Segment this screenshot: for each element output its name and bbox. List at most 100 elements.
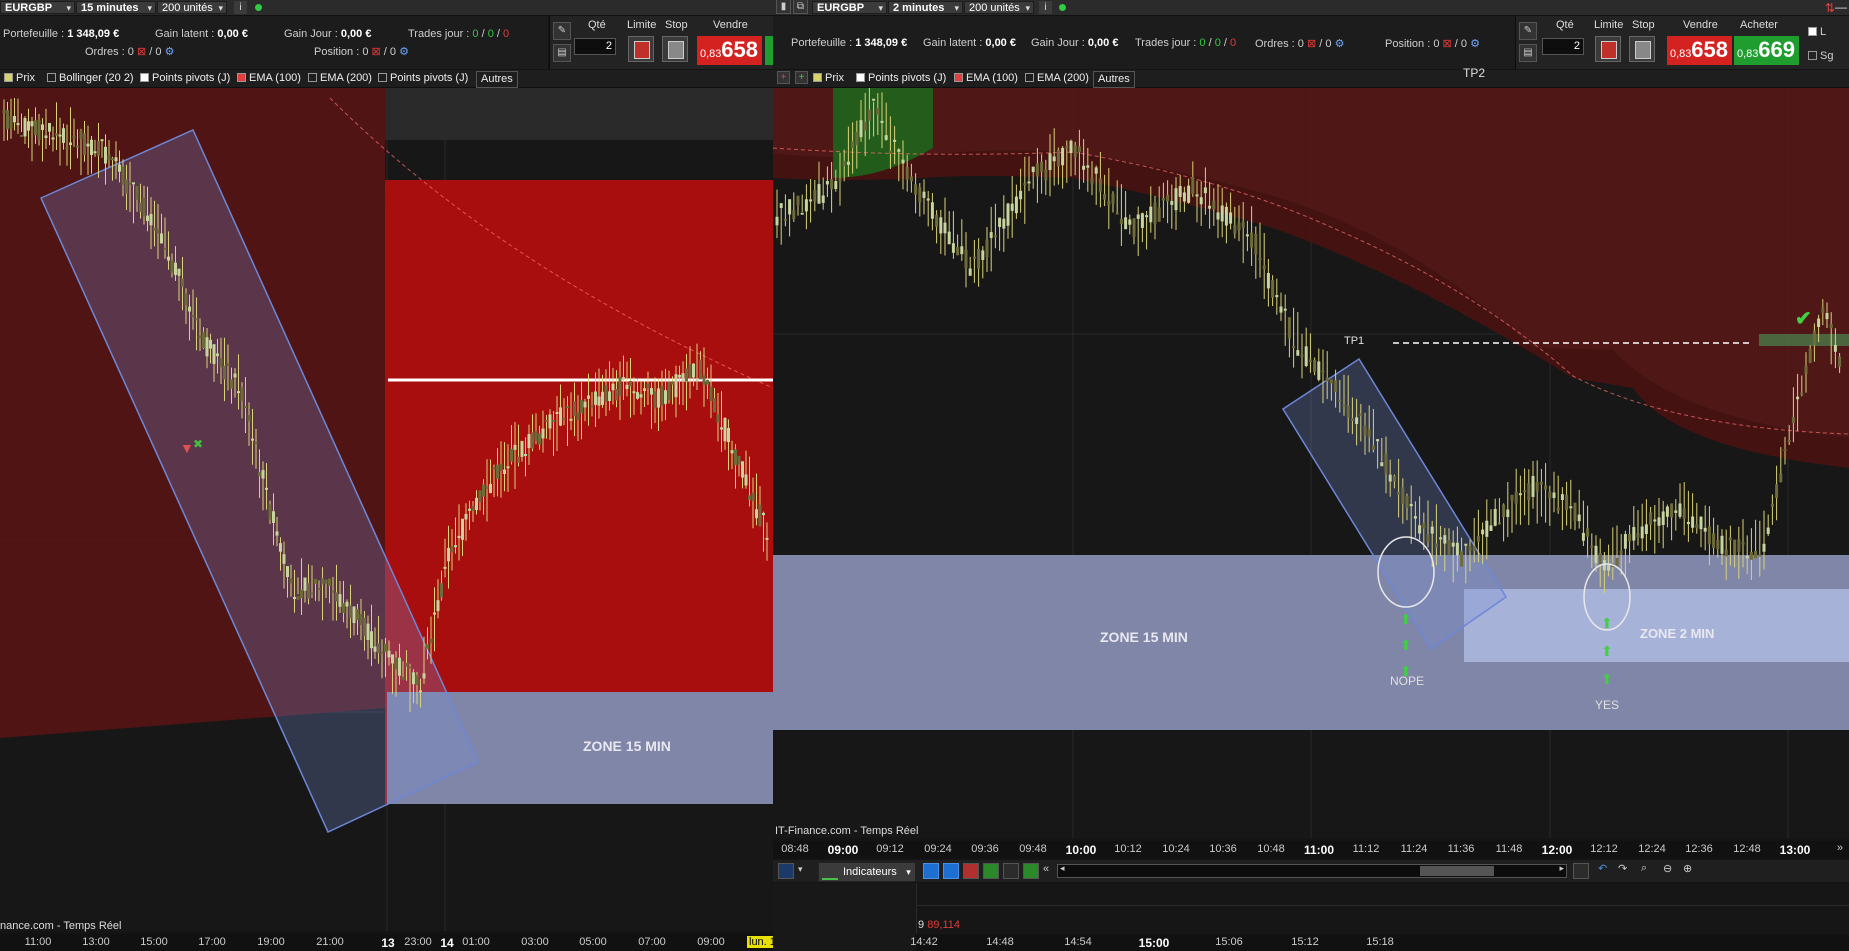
ind-pivots[interactable]: Points pivots (J) (856, 71, 946, 86)
screener-icon[interactable] (1023, 863, 1039, 879)
candle-body (1628, 533, 1632, 542)
candle-body (1136, 214, 1140, 219)
ind-pivots[interactable]: Points pivots (J) (140, 71, 230, 86)
candle-body (1447, 539, 1451, 555)
zoom-fit-icon[interactable]: ⌕ (1641, 862, 1647, 875)
buy-button-edge[interactable] (765, 36, 773, 65)
left-price-chart[interactable]: ▼ ✖ ZONE 15 MIN nance.com - Temps Réel (0, 88, 773, 932)
wrench-icon[interactable]: ✎ (553, 22, 571, 40)
ind-prix[interactable]: Prix (813, 71, 844, 86)
ordres-cancel-icon[interactable]: ⊠ (137, 46, 146, 58)
ind-others-button[interactable]: Autres (1093, 71, 1135, 88)
ind-ema100[interactable]: EMA (100) (237, 71, 301, 86)
rewind-icon[interactable]: « (1043, 863, 1049, 875)
ordres-settings-icon[interactable]: ⚙ (165, 46, 175, 58)
draw-tool-icon[interactable] (778, 863, 794, 879)
calendar-icon[interactable] (1573, 863, 1589, 879)
ordres-settings-icon[interactable]: ⚙ (1335, 38, 1345, 50)
draw-menu-icon[interactable]: ▾ (798, 864, 803, 875)
chart-scrollbar[interactable]: ◂ ▸ (1057, 863, 1567, 878)
candle-body (1762, 543, 1766, 552)
redo-icon[interactable]: ↷ (1618, 862, 1627, 875)
candle-body (751, 492, 755, 501)
left-info-icon[interactable]: ⅰ (234, 1, 247, 14)
stop-order-button[interactable] (1629, 36, 1655, 62)
right-price-chart[interactable]: ⬆ ⬆ ⬆ ⬆ ⬆ ⬆ ✔ TP1 TP2 ZONE 15 MIN ZONE 2… (773, 66, 1849, 838)
axis-scroll-icon[interactable]: » (1837, 842, 1843, 854)
keyboard-icon[interactable]: ▤ (1519, 44, 1537, 62)
right-time-axis[interactable]: 08:48 09:00 09:12 09:24 09:36 09:48 10:0… (773, 841, 1849, 858)
limit-order-button[interactable] (1595, 36, 1621, 62)
right-chart-canvas[interactable]: ⬆ ⬆ ⬆ ⬆ ⬆ ⬆ ✔ (773, 88, 1849, 838)
share-icon[interactable] (923, 863, 939, 879)
ind-ema200[interactable]: EMA (200) (308, 71, 372, 86)
left-timeframe-select[interactable]: 15 minutes (76, 1, 156, 15)
stop-order-button[interactable] (662, 36, 688, 62)
candle-body (513, 444, 517, 450)
candle-body (209, 339, 212, 349)
wrench-icon[interactable]: ✎ (1519, 22, 1537, 40)
candle-body (1602, 560, 1606, 571)
sell-button[interactable]: 0,83 658 (697, 36, 762, 65)
candle-body (685, 368, 688, 382)
candle-body (1149, 206, 1153, 223)
qty-input[interactable]: 2 (1542, 38, 1584, 55)
zoom-in-icon[interactable]: ⊕ (1683, 862, 1692, 875)
buy-button[interactable]: 0,83 669 (1734, 36, 1799, 65)
right-info-icon[interactable]: ⅰ (1039, 1, 1052, 14)
time-tick: 13 (381, 936, 395, 950)
chart-type-icon[interactable]: ▮ (776, 0, 791, 14)
ind-pivots-2[interactable]: Points pivots (J) (378, 71, 468, 86)
checkbox-sg[interactable]: Sg (1808, 50, 1833, 62)
add-indicator-green-icon[interactable]: + (795, 71, 808, 84)
scrollbar-thumb[interactable] (1420, 866, 1494, 876)
time-tick: 15:18 (1366, 936, 1394, 948)
trades-count-b: 0 (1214, 37, 1221, 49)
position-settings-icon[interactable]: ⚙ (1470, 38, 1480, 50)
ind-others-button[interactable]: Autres (476, 71, 518, 88)
ordres-count-a: 0 (1297, 38, 1304, 50)
ind-ema100[interactable]: EMA (100) (954, 71, 1018, 86)
right-symbol-select[interactable]: EURGBP (812, 1, 887, 15)
position-settings-icon[interactable]: ⚙ (399, 46, 409, 58)
left-time-axis[interactable]: 11:00 13:00 15:00 17:00 19:00 21:00 13 2… (0, 934, 773, 951)
zoom-out-icon[interactable]: ⊖ (1663, 862, 1672, 875)
gain-latent-value: 0,00 € (217, 28, 248, 40)
candle-body (1548, 491, 1552, 499)
left-units-select[interactable]: 200 unités (157, 1, 227, 15)
candle-body (625, 384, 629, 390)
builder-icon[interactable] (983, 863, 999, 879)
ind-prix[interactable]: Prix (4, 71, 35, 86)
undo-icon[interactable]: ↶ (1598, 862, 1607, 875)
position-close-icon[interactable]: ⊠ (1443, 38, 1452, 50)
add-indicator-icon[interactable]: + (777, 71, 790, 84)
candle-body (303, 577, 307, 591)
trades-count-b: 0 (487, 28, 494, 40)
right-units-select[interactable]: 200 unités (964, 1, 1034, 15)
candle-body (573, 401, 576, 417)
link-icon[interactable]: ⧉ (793, 0, 808, 14)
candle-body (394, 657, 398, 670)
right-timeframe-select[interactable]: 2 minutes (888, 1, 963, 15)
windows-icon[interactable] (1003, 863, 1019, 879)
ind-bollinger[interactable]: Bollinger (20 2) (47, 71, 134, 86)
sync-arrows-icon[interactable]: ⇅ (1825, 1, 1835, 15)
sell-button[interactable]: 0,83 658 (1667, 36, 1732, 65)
ordres-cancel-icon[interactable]: ⊠ (1307, 38, 1316, 50)
qty-input[interactable]: 2 (574, 38, 616, 55)
indicators-button[interactable]: Indicateurs (818, 862, 916, 882)
gain-jour-value: 0,00 € (340, 28, 372, 40)
time-tick: 11:36 (1447, 843, 1475, 855)
right-lower-time-axis[interactable]: 14:42 14:48 14:54 15:00 15:06 15:12 15:1… (910, 934, 1849, 951)
copy-icon[interactable] (943, 863, 959, 879)
keyboard-icon[interactable]: ▤ (553, 44, 571, 62)
ind-ema200[interactable]: EMA (200) (1025, 71, 1089, 86)
left-symbol-select[interactable]: EURGBP (0, 1, 75, 15)
position-close-icon[interactable]: ⊠ (372, 46, 381, 58)
checkbox-l[interactable]: L (1808, 26, 1826, 38)
minimize-icon[interactable]: — (1835, 0, 1847, 14)
left-chart-canvas[interactable]: ▼ ✖ (0, 88, 773, 931)
scanner-icon[interactable] (963, 863, 979, 879)
limit-order-button[interactable] (628, 36, 654, 62)
portfolio-value: 1 348,09 € (67, 28, 120, 40)
